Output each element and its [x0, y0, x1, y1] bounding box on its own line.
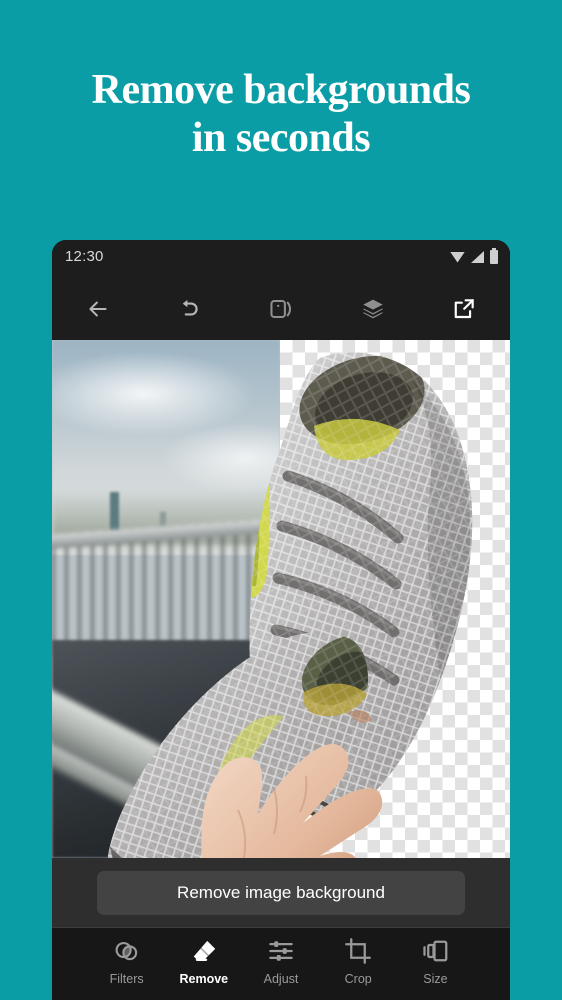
- bottom-nav-bar: Filters Remove Adjust Crop Size: [52, 928, 510, 1000]
- headline-line-1: Remove backgrounds: [91, 67, 471, 113]
- undo-button[interactable]: [144, 278, 236, 340]
- editor-toolbar: [52, 278, 510, 340]
- page-title: Remove backgrounds in seconds: [0, 66, 562, 162]
- status-bar-time: 12:30: [65, 248, 104, 265]
- sliders-icon: [269, 941, 293, 961]
- layers-icon: [362, 299, 383, 319]
- canvas-cutout-half: [280, 340, 510, 858]
- background-vignette: [52, 340, 280, 858]
- export-icon: [454, 299, 474, 319]
- battery-icon: [490, 248, 498, 264]
- nav-item-size[interactable]: Size: [397, 936, 474, 986]
- nav-label-adjust: Adjust: [263, 972, 299, 986]
- back-button[interactable]: [52, 278, 144, 340]
- compare-button[interactable]: [235, 278, 327, 340]
- nav-item-remove[interactable]: Remove: [165, 936, 242, 986]
- compare-icon: [270, 299, 292, 319]
- panel-divider: [52, 927, 510, 928]
- nav-item-filters[interactable]: Filters: [88, 936, 165, 986]
- eraser-icon: [193, 940, 216, 961]
- wifi-icon: [450, 251, 465, 263]
- headline-line-2: in seconds: [191, 115, 371, 161]
- status-bar-icons: [450, 248, 498, 264]
- undo-icon: [183, 299, 198, 316]
- nav-label-crop: Crop: [344, 972, 372, 986]
- canvas-original-half: [52, 340, 280, 858]
- crop-icon: [345, 938, 372, 964]
- nav-label-size: Size: [423, 972, 448, 986]
- signal-icon: [471, 251, 484, 263]
- nav-label-remove: Remove: [179, 972, 229, 986]
- phone-mockup: 12:30 Remove image background Filters Re…: [52, 240, 510, 1000]
- export-button[interactable]: [418, 278, 510, 340]
- remove-image-background-button[interactable]: Remove image background: [97, 871, 465, 915]
- status-bar: 12:30: [52, 240, 510, 278]
- size-icon: [423, 940, 448, 962]
- nav-label-filters: Filters: [109, 972, 144, 986]
- layers-button[interactable]: [327, 278, 419, 340]
- filters-icon: [115, 941, 137, 961]
- image-canvas[interactable]: [52, 340, 510, 858]
- nav-item-adjust[interactable]: Adjust: [242, 936, 319, 986]
- arrow-left-icon: [89, 301, 107, 317]
- nav-item-crop[interactable]: Crop: [320, 936, 397, 986]
- action-panel: Remove image background: [52, 858, 510, 928]
